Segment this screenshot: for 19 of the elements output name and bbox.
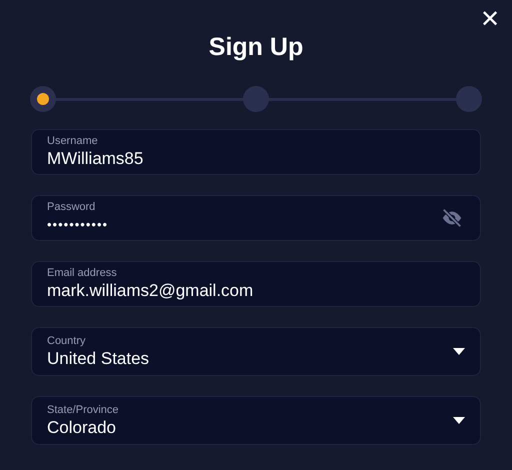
close-button[interactable]: ✕: [480, 8, 500, 32]
field-value: •••••••••••: [47, 216, 110, 234]
field-label: Country: [47, 334, 87, 348]
caret-icon: [453, 417, 465, 424]
input-field[interactable]: Username MWilliams85: [31, 129, 481, 175]
field-value: Colorado: [47, 416, 117, 438]
field-label: Username: [47, 134, 99, 148]
dropdown-field[interactable]: Country United States: [31, 327, 481, 376]
input-field[interactable]: Email address mark.williams2@gmail.com: [31, 261, 481, 307]
field-value: United States: [47, 348, 150, 370]
input-field[interactable]: Password •••••••••••: [31, 195, 481, 241]
field-value: mark.williams2@gmail.com: [47, 280, 254, 302]
field-label: Password: [47, 200, 96, 214]
dialog-title: Sign Up: [208, 32, 304, 63]
caret-icon: [453, 348, 465, 355]
field-label: Email address: [47, 266, 118, 280]
field-label: State/Province: [47, 402, 120, 416]
field-value: MWilliams85: [47, 148, 144, 170]
dropdown-field[interactable]: State/Province Colorado: [31, 396, 481, 445]
